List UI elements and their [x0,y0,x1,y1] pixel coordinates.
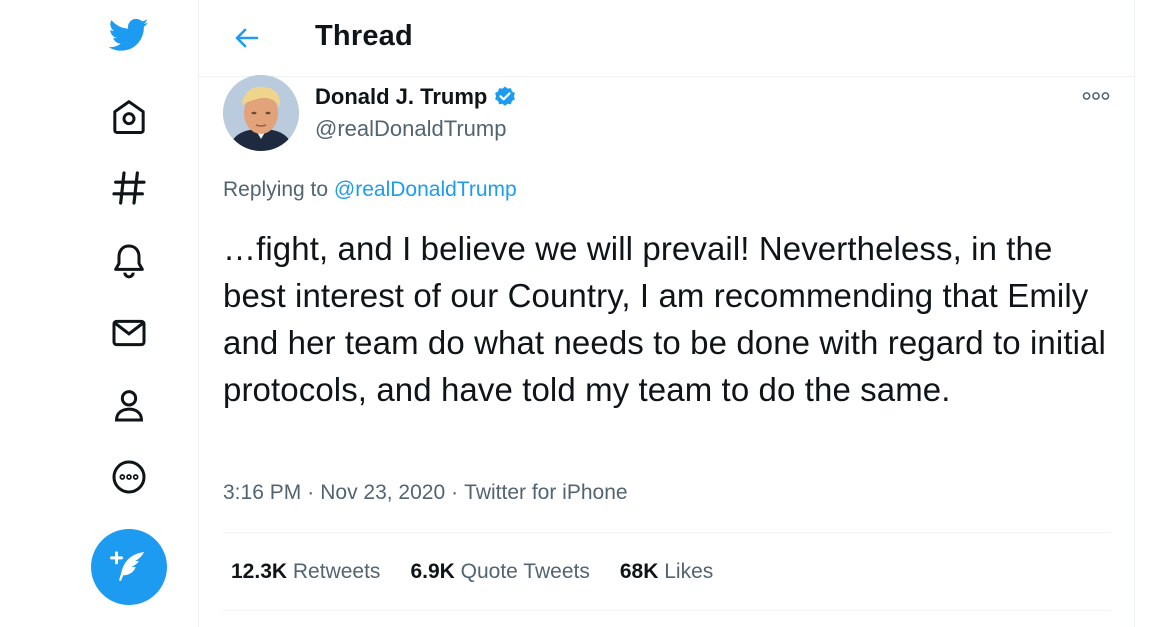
home-icon[interactable] [104,92,154,142]
retweets-count: 12.3K [231,560,288,583]
replying-prefix: Replying to [223,178,329,201]
more-circle-icon[interactable] [104,452,154,502]
twitter-logo-icon[interactable] [104,10,154,60]
thread-header: Thread [199,0,1135,77]
app-root: Thread Donald J. Trump @realDonaldTrump [0,0,1173,627]
explore-hashtag-icon[interactable] [104,163,154,213]
replying-to: Replying to @realDonaldTrump [223,178,517,202]
retweets-stat[interactable]: 12.3K Retweets [231,560,380,584]
divider [223,610,1111,611]
divider [223,532,1111,533]
likes-count: 68K [619,560,659,583]
back-arrow-icon [235,28,259,48]
tweet-text: …fight, and I believe we will prevail! N… [223,230,1106,408]
meta-separator: · [451,481,459,504]
page-title: Thread [315,20,413,52]
likes-stat[interactable]: 68K Likes [620,560,713,584]
likes-label: Likes [664,560,714,583]
replying-handle-link[interactable]: @realDonaldTrump [334,178,517,201]
more-dots-icon [1082,92,1110,100]
author-display-name[interactable]: Donald J. Trump [315,84,517,110]
avatar[interactable] [223,75,299,151]
author-username[interactable]: @realDonaldTrump [315,116,506,142]
tweet-meta: 3:16 PM · Nov 23, 2020 · Twitter for iPhone [223,481,628,505]
back-button[interactable] [227,18,267,58]
thread-column: Thread Donald J. Trump @realDonaldTrump [199,0,1135,627]
tweet-stats: 12.3K Retweets 6.9K Quote Tweets 68K Lik… [231,560,713,584]
tweet-time[interactable]: 3:16 PM [223,481,301,504]
quote-tweets-stat[interactable]: 6.9K Quote Tweets [410,560,589,584]
quote-tweets-count: 6.9K [410,560,455,583]
retweets-label: Retweets [292,560,381,583]
compose-feather-icon [110,551,144,581]
compose-tweet-button[interactable] [91,529,167,605]
quote-tweets-label: Quote Tweets [460,560,590,583]
tweet-date[interactable]: Nov 23, 2020 [320,481,445,504]
sidebar-nav [0,0,199,627]
verified-badge-icon [495,86,516,106]
profile-icon[interactable] [104,380,154,430]
messages-mail-icon[interactable] [104,308,154,358]
tweet-more-button[interactable] [1079,85,1113,107]
tweet-source[interactable]: Twitter for iPhone [464,481,627,504]
display-name-text: Donald J. Trump [315,84,488,109]
notifications-bell-icon[interactable] [104,236,154,286]
meta-separator: · [307,481,315,504]
